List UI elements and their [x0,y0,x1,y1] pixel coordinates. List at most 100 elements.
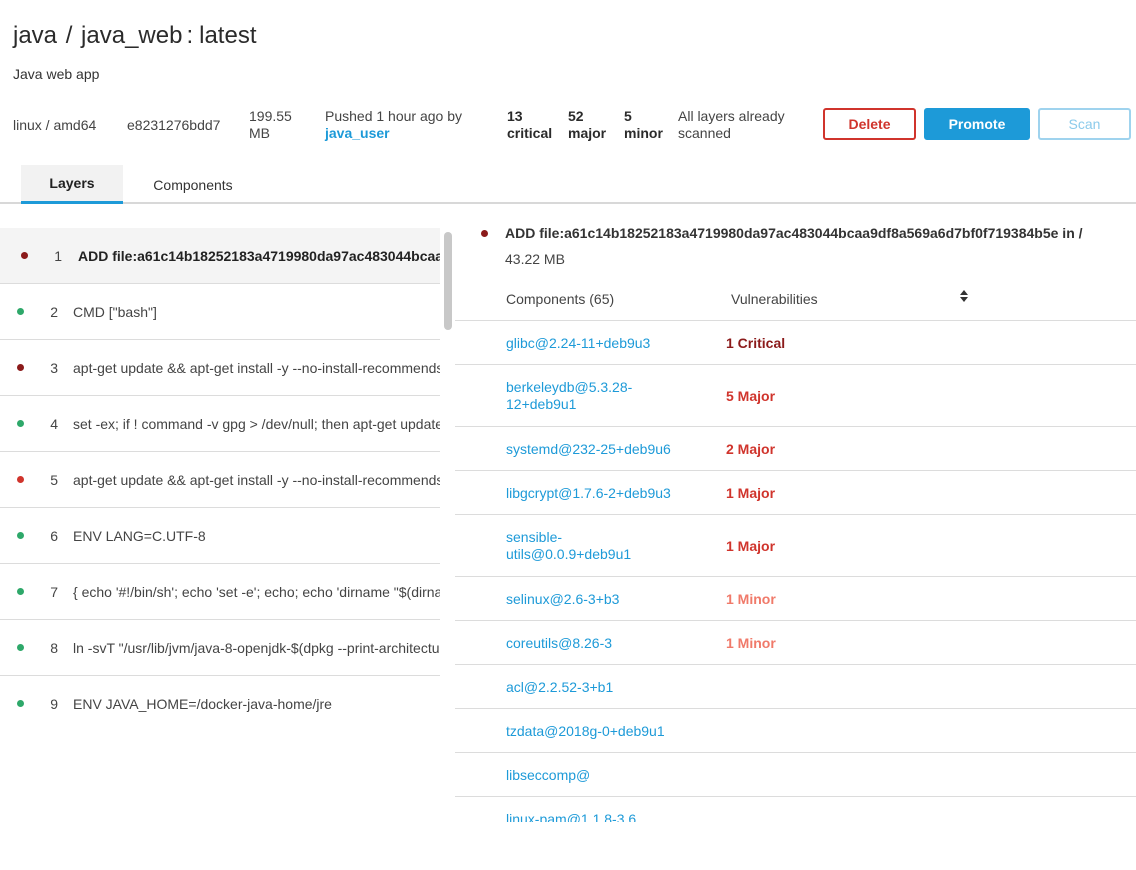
vulnerability-count: 1 Major [726,537,776,554]
tab-layers[interactable]: Layers [21,165,123,204]
layer-number: 5 [50,471,58,488]
layer-number: 1 [54,247,62,264]
delete-button[interactable]: Delete [823,108,916,140]
component-row: libgcrypt@1.7.6-2+deb9u3 1 Major [455,471,1136,515]
minor-count-label: minor [624,125,663,141]
layer-command: { echo '#!/bin/sh'; echo 'set -e'; echo;… [73,583,440,600]
critical-count-label: critical [507,125,553,141]
critical-count-value: 13 [507,108,523,124]
layer-number: 8 [50,639,58,656]
layer-row[interactable]: 3 apt-get update && apt-get install -y --… [0,340,440,396]
title-separator: / [65,22,73,49]
major-count-value: 52 [568,108,584,124]
layers-list: 1 ADD file:a61c14b18252183a4719980da97ac4… [0,228,440,728]
repo-description: Java web app [13,66,100,82]
component-link[interactable]: acl@2.2.52-3+b1 [506,679,696,696]
component-link[interactable]: linux-pam@1.1.8-3.6 [506,811,696,823]
layer-command: ENV JAVA_HOME=/docker-java-home/jre [73,695,332,712]
vulnerability-count: 2 Major [726,440,776,457]
repo-namespace: java [13,22,58,49]
image-size-unit: MB [249,125,270,141]
layer-status-dot [17,364,24,371]
component-link[interactable]: systemd@232-25+deb9u6 [506,441,696,458]
layer-command: CMD ["bash"] [73,303,157,320]
vulnerabilities-column-header[interactable]: Vulnerabilities [731,291,818,307]
layer-number: 7 [50,583,58,600]
layer-row[interactable]: 5 apt-get update && apt-get install -y --… [0,452,440,508]
layer-row[interactable]: 6 ENV LANG=C.UTF-8 [0,508,440,564]
layer-number: 4 [50,415,58,432]
layer-number: 6 [50,527,58,544]
layer-status-dot [17,532,24,539]
platform: linux / amd64 [13,117,97,133]
tab-components[interactable]: Components [134,165,252,204]
tag-separator: : [186,22,194,49]
component-row: libseccomp@ [455,753,1136,797]
layer-command: apt-get update && apt-get install -y --n… [73,471,440,488]
layer-status-dot [21,252,28,259]
page-title: java / java_web: latest [13,22,257,50]
image-size-value: 199.55 [249,108,292,124]
tag-name: latest [199,22,257,49]
vulnerability-count: 5 Major [726,387,776,404]
component-link[interactable]: selinux@2.6-3+b3 [506,591,696,608]
major-count-label: major [568,125,607,141]
layer-row[interactable]: 8 ln -svT "/usr/lib/jvm/java-8-openjdk-$(… [0,620,440,676]
layer-number: 9 [50,695,58,712]
scan-status-line2: scanned [678,125,731,141]
layer-number: 3 [50,359,58,376]
component-link[interactable]: coreutils@8.26-3 [506,635,696,652]
layer-detail-command: ADD file:a61c14b18252183a4719980da97ac48… [505,225,1083,241]
component-link[interactable]: glibc@2.24-11+deb9u3 [506,335,696,352]
layer-status-dot [481,230,488,237]
vulnerability-count: 1 Minor [726,634,776,651]
scan-button[interactable]: Scan [1038,108,1131,140]
component-row: glibc@2.24-11+deb9u3 1 Critical [455,321,1136,365]
layers-scrollbar[interactable] [444,232,452,330]
push-info: Pushed 1 hour ago by java_user [325,108,462,142]
components-column-header[interactable]: Components (65) [506,291,614,307]
layer-detail-size: 43.22 MB [505,251,565,267]
layer-status-dot [17,644,24,651]
layer-status-dot [17,588,24,595]
image-size: 199.55 MB [249,108,292,142]
component-row: sensible- utils@0.0.9+deb9u1 1 Major [455,515,1136,577]
component-row: berkeleydb@5.3.28- 12+deb9u1 5 Major [455,365,1136,427]
image-digest: e8231276bdd7 [127,117,221,133]
component-link[interactable]: tzdata@2018g-0+deb9u1 [506,723,696,740]
layer-status-dot [17,700,24,707]
vulnerability-count: 1 Minor [726,590,776,607]
component-link[interactable]: libgcrypt@1.7.6-2+deb9u3 [506,485,696,502]
critical-count: 13 critical [507,108,552,142]
component-row: tzdata@2018g-0+deb9u1 [455,709,1136,753]
layer-detail-panel: ADD file:a61c14b18252183a4719980da97ac48… [455,222,1136,822]
component-link[interactable]: berkeleydb@5.3.28- 12+deb9u1 [506,379,696,413]
minor-count-value: 5 [624,108,632,124]
layer-status-dot [17,308,24,315]
layer-row[interactable]: 4 set -ex; if ! command -v gpg > /dev/nul… [0,396,440,452]
tab-bar: Layers Components [0,165,1136,204]
layer-command: apt-get update && apt-get install -y --n… [73,359,440,376]
layer-row[interactable]: 7 { echo '#!/bin/sh'; echo 'set -e'; echo… [0,564,440,620]
scan-status-line1: All layers already [678,108,785,124]
layer-command: ADD file:a61c14b18252183a4719980da97ac48… [78,247,440,264]
component-row: coreutils@8.26-3 1 Minor [455,621,1136,665]
component-row: selinux@2.6-3+b3 1 Minor [455,577,1136,621]
layer-row[interactable]: 2 CMD ["bash"] [0,284,440,340]
component-link[interactable]: libseccomp@ [506,767,696,784]
vulnerability-count: 1 Critical [726,334,786,351]
component-row: linux-pam@1.1.8-3.6 [455,797,1136,823]
sort-icon[interactable] [959,289,969,303]
pushed-text: Pushed 1 hour ago by [325,108,462,124]
promote-button[interactable]: Promote [924,108,1030,140]
repo-name: java_web [81,22,183,49]
component-link[interactable]: sensible- utils@0.0.9+deb9u1 [506,529,696,563]
layer-row[interactable]: 1 ADD file:a61c14b18252183a4719980da97ac4… [0,228,440,284]
pushed-user-link[interactable]: java_user [325,125,462,142]
layer-command: ENV LANG=C.UTF-8 [73,527,206,544]
vulnerability-count: 1 Major [726,484,776,501]
major-count: 52 major [568,108,606,142]
layer-row[interactable]: 9 ENV JAVA_HOME=/docker-java-home/jre [0,676,440,728]
layer-status-dot [17,420,24,427]
layer-command: set -ex; if ! command -v gpg > /dev/null… [73,415,440,432]
